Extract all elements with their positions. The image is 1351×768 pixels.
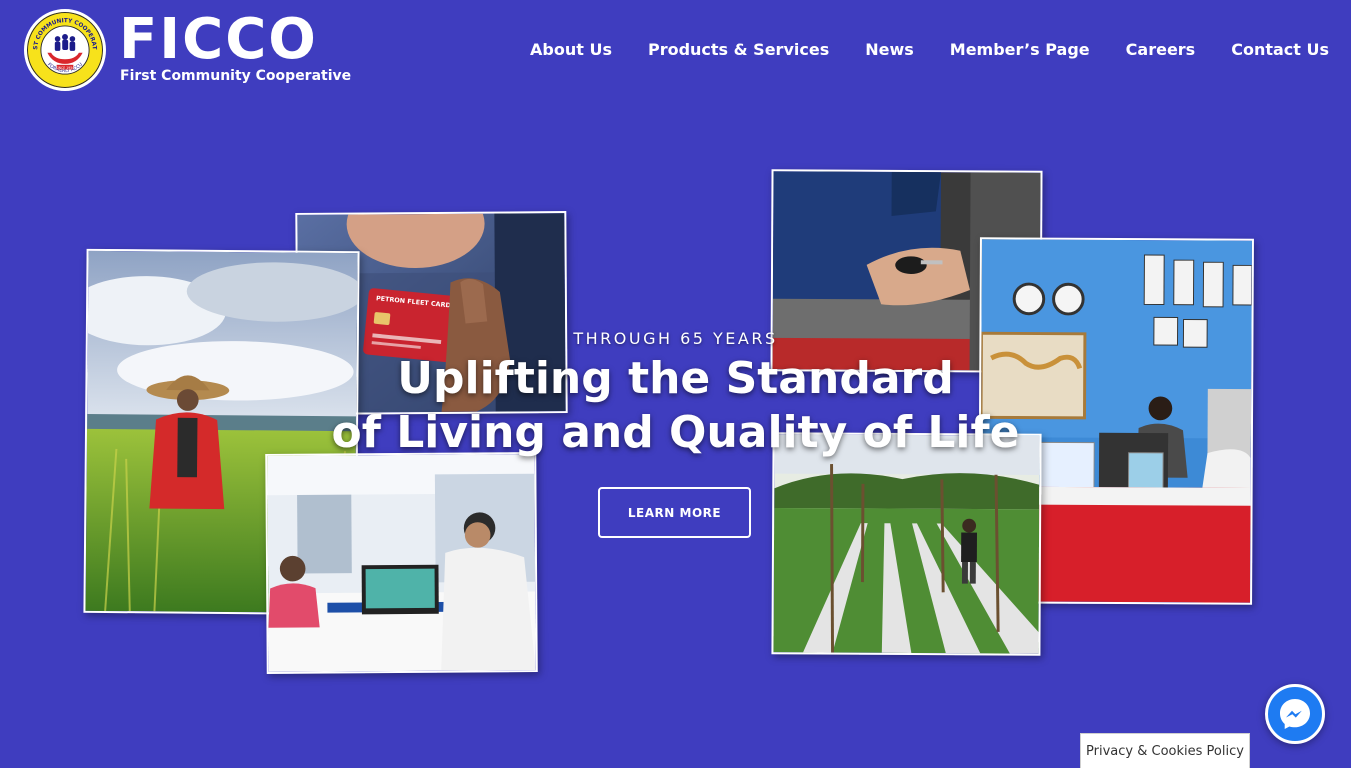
hero-title: Uplifting the Standard of Living and Qua… <box>0 352 1351 460</box>
seal-since-badge: SINCE 1954 <box>56 66 74 70</box>
ficco-seal-logo[interactable]: FIRST COMMUNITY COOPERATIVE FORMERLY ACC… <box>24 9 106 91</box>
nav-news[interactable]: News <box>865 39 914 61</box>
learn-more-button[interactable]: LEARN MORE <box>598 487 751 538</box>
photo-office-teller <box>265 452 538 674</box>
nav-members-page[interactable]: Member’s Page <box>950 39 1090 61</box>
nav-about-us[interactable]: About Us <box>530 39 612 61</box>
photo-vegetable-farm <box>771 432 1042 656</box>
nav-careers[interactable]: Careers <box>1126 39 1196 61</box>
hero-kicker: THROUGH 65 YEARS <box>573 329 778 348</box>
nav-contact-us[interactable]: Contact Us <box>1231 39 1329 61</box>
messenger-icon <box>1280 699 1310 729</box>
privacy-cookies-tab[interactable]: Privacy & Cookies Policy <box>1080 733 1250 768</box>
nav-products-services[interactable]: Products & Services <box>648 39 829 61</box>
hero-title-line-1: Uplifting the Standard <box>397 353 954 404</box>
brand-tagline: First Community Cooperative <box>120 68 352 84</box>
hero-title-line-2: of Living and Quality of Life <box>331 407 1020 458</box>
messenger-chat-button[interactable] <box>1265 684 1325 744</box>
brand-name[interactable]: FICCO <box>119 8 318 72</box>
main-navigation: About Us Products & Services News Member… <box>530 39 1329 61</box>
